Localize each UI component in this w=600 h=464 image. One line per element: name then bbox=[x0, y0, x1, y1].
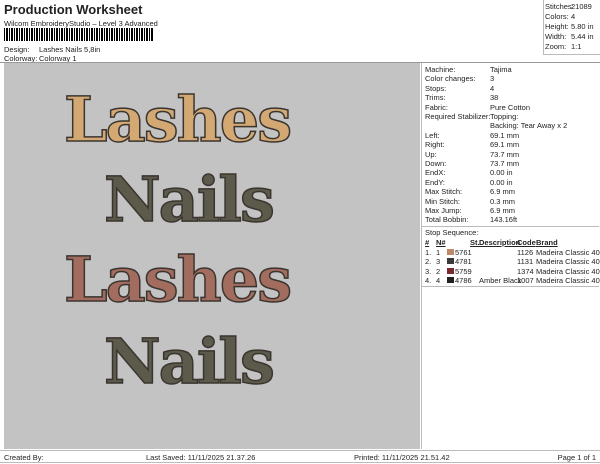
column-header: Code bbox=[517, 237, 536, 247]
detail-label: Right: bbox=[425, 140, 445, 150]
detail-label: EndY: bbox=[425, 177, 446, 187]
detail-label: Max Jump: bbox=[425, 206, 462, 215]
detail-value: 4 bbox=[490, 83, 495, 93]
detail-label: Left: bbox=[425, 130, 440, 140]
stop-code: 1126 bbox=[517, 247, 534, 257]
stop-n: 3 bbox=[436, 257, 441, 267]
stat-value: 1:1 bbox=[571, 42, 582, 51]
stop-sequence-title: Stop Sequence: bbox=[425, 227, 479, 237]
stop-num: 2. bbox=[425, 257, 432, 267]
detail-label: EndX: bbox=[425, 168, 446, 178]
stop-n: 1 bbox=[436, 247, 441, 257]
detail-value: Backing: Tear Away x 2 bbox=[490, 121, 568, 131]
detail-label: Stops: bbox=[425, 83, 447, 93]
detail-value: Topping: bbox=[490, 112, 519, 121]
detail-value: 73.7 mm bbox=[490, 149, 520, 159]
detail-value: 0.00 in bbox=[490, 177, 513, 187]
stop-code: 1131 bbox=[517, 257, 534, 267]
detail-value: Tajima bbox=[490, 65, 512, 74]
stat-value: 21089 bbox=[571, 2, 592, 11]
column-header: N# bbox=[436, 237, 446, 247]
details-panel: Machine: Tajima Color changes: 3 Stops: 4 Trim… bbox=[421, 63, 600, 449]
detail-value: 69.1 mm bbox=[490, 140, 520, 150]
stats-box: Stitches: 21089 Colors: 4 Height: 5.80 in Widt… bbox=[543, 0, 600, 55]
divider bbox=[422, 225, 599, 227]
stat-value: 5.80 in bbox=[571, 22, 594, 31]
color-swatch bbox=[447, 258, 454, 265]
design-word: Lashes bbox=[63, 242, 293, 317]
color-swatch bbox=[447, 267, 454, 274]
detail-value: 3 bbox=[490, 74, 495, 84]
detail-value: 38 bbox=[490, 93, 499, 103]
stat-label: Colors: bbox=[545, 12, 569, 21]
divider bbox=[422, 286, 599, 288]
detail-label: Down: bbox=[425, 159, 447, 168]
detail-label: Machine: bbox=[425, 65, 456, 74]
stop-num: 1. bbox=[425, 247, 432, 257]
stop-num: 4. bbox=[425, 276, 432, 285]
stop-brand: Madeira Classic 40 bbox=[536, 266, 600, 276]
design-word: Nails bbox=[103, 324, 275, 399]
stat-label: Width: bbox=[545, 32, 567, 41]
detail-label: Trims: bbox=[425, 93, 446, 103]
design-preview: Lashes Nails Lashes Nails bbox=[4, 63, 420, 449]
stop-n: 4 bbox=[436, 276, 441, 285]
barcode bbox=[4, 28, 154, 41]
stop-num: 3. bbox=[425, 266, 432, 276]
last-saved: Last Saved: 11/11/2025 21.37.26 bbox=[146, 453, 256, 462]
detail-label: Required Stabilizer: bbox=[425, 112, 491, 121]
design-label: Design: bbox=[4, 45, 30, 54]
detail-value: 69.1 mm bbox=[490, 130, 520, 140]
stop-desc: Amber Black bbox=[479, 276, 522, 285]
stat-label: Zoom: bbox=[545, 42, 567, 51]
detail-label: Total Bobbin: bbox=[425, 215, 469, 225]
column-header: # bbox=[425, 237, 430, 247]
color-swatch bbox=[447, 248, 454, 255]
detail-label: Max Stitch: bbox=[425, 187, 463, 197]
stat-label: Stitches: bbox=[545, 2, 574, 11]
page-number: Page 1 of 1 bbox=[557, 453, 596, 462]
detail-value: 73.7 mm bbox=[490, 159, 520, 168]
stop-brand: Madeira Classic 40 bbox=[536, 257, 600, 267]
detail-value: 0.3 mm bbox=[490, 196, 516, 206]
stop-n: 2 bbox=[436, 266, 441, 276]
detail-label: Up: bbox=[425, 149, 437, 159]
color-swatch bbox=[447, 277, 454, 283]
stop-st: 5759 bbox=[455, 266, 472, 276]
design-name: Lashes Nails 5,8in bbox=[39, 45, 101, 54]
stop-brand: Madeira Classic 40 bbox=[536, 247, 600, 257]
detail-value: 6.9 mm bbox=[490, 206, 516, 215]
stat-value: 5.44 in bbox=[571, 32, 594, 41]
column-header: Brand bbox=[536, 237, 558, 247]
stop-code: 1007 bbox=[517, 276, 534, 285]
stop-code: 1374 bbox=[517, 266, 534, 276]
stop-st: 4786 bbox=[455, 276, 472, 285]
stop-brand: Madeira Classic 40 bbox=[536, 276, 600, 285]
column-header: Description bbox=[479, 237, 521, 247]
detail-label: Color changes: bbox=[425, 74, 476, 84]
printed-date: Printed: 11/11/2025 21.51.42 bbox=[354, 453, 450, 462]
detail-value: Pure Cotton bbox=[490, 102, 531, 112]
created-by: Created By: bbox=[4, 453, 44, 462]
design-word: Nails bbox=[103, 162, 275, 237]
stat-value: 4 bbox=[571, 12, 576, 21]
footer: Created By: Last Saved: 11/11/2025 21.37… bbox=[0, 450, 600, 463]
detail-value: 0.00 in bbox=[490, 168, 513, 178]
detail-value: 6.9 mm bbox=[490, 187, 516, 197]
stat-label: Height: bbox=[545, 22, 569, 31]
design-word: Lashes bbox=[63, 82, 293, 157]
stop-st: 5761 bbox=[455, 247, 472, 257]
detail-label: Fabric: bbox=[425, 102, 448, 112]
detail-label: Min Stitch: bbox=[425, 196, 461, 206]
page-title: Production Worksheet bbox=[4, 2, 143, 17]
stop-st: 4781 bbox=[455, 257, 472, 267]
app-subtitle: Wilcom EmbroideryStudio – Level 3 Advanc… bbox=[4, 19, 158, 28]
detail-value: 143.16ft bbox=[490, 215, 518, 225]
